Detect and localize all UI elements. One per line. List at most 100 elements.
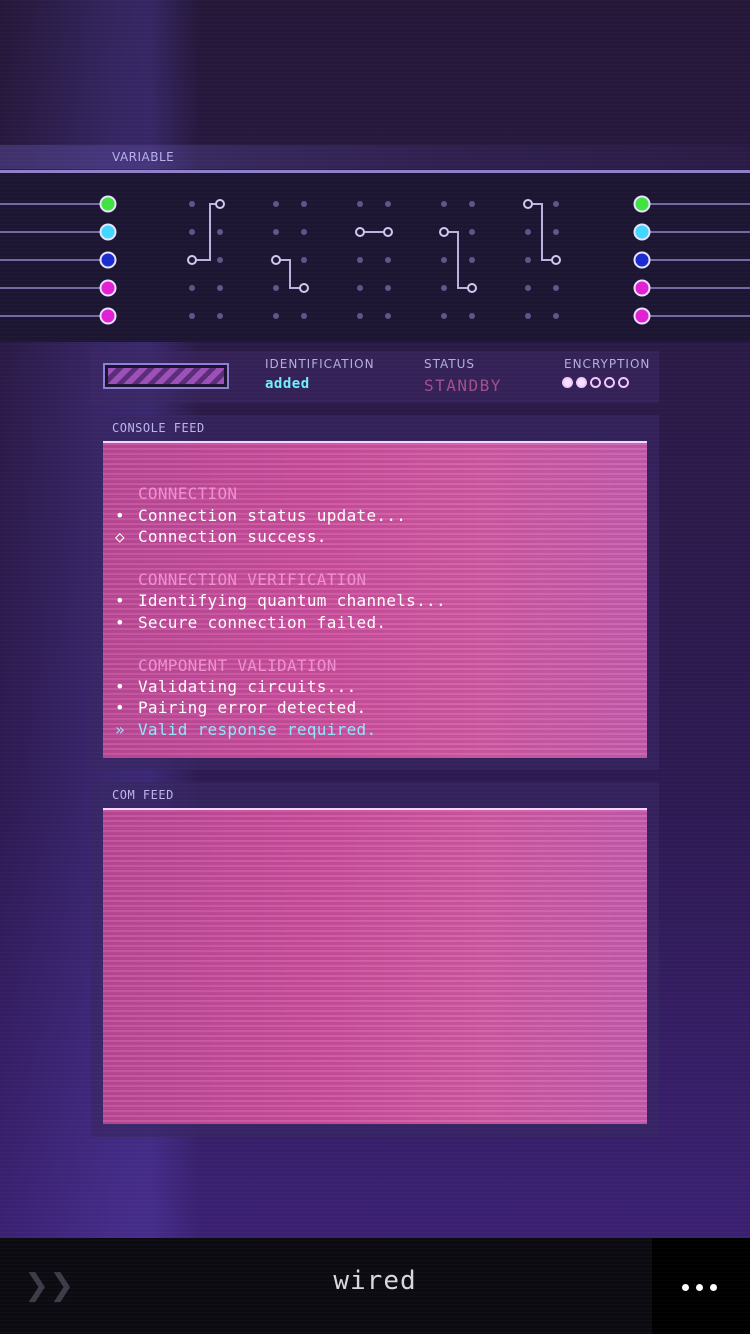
encryption-dot xyxy=(604,377,615,388)
right-node xyxy=(633,279,651,297)
connector-endpoint xyxy=(523,199,533,209)
encryption-dot xyxy=(590,377,601,388)
console-bullet: • xyxy=(115,612,125,632)
console-text: Pairing error detected. xyxy=(138,698,367,718)
grid-dot xyxy=(189,285,195,291)
app-title: wired xyxy=(333,1266,417,1296)
circuit-connector xyxy=(528,203,556,261)
com-feed-screen xyxy=(103,808,647,1124)
console-bullet: » xyxy=(115,719,125,739)
grid-dot xyxy=(357,285,363,291)
grid-dot xyxy=(301,257,307,263)
grid-dot xyxy=(525,285,531,291)
console-text: COMPONENT VALIDATION xyxy=(138,655,337,675)
circuit-connector xyxy=(276,259,304,289)
console-section-header: CONNECTION VERIFICATION xyxy=(115,569,446,590)
status-label: STATUS xyxy=(424,357,476,371)
connector-endpoint xyxy=(187,255,197,265)
connector-endpoint xyxy=(299,283,309,293)
left-node xyxy=(99,307,117,325)
status-value: STANDBY xyxy=(424,376,502,395)
console-text: Identifying quantum channels... xyxy=(138,591,446,611)
console-log: CONNECTION • Connection status update... ◇ C… xyxy=(115,462,446,740)
console-spacer xyxy=(115,462,446,483)
grid-dot xyxy=(441,257,447,263)
right-node xyxy=(633,307,651,325)
console-line: » Valid response required. xyxy=(115,719,446,740)
console-line: • Connection status update... xyxy=(115,505,446,526)
grid-dot xyxy=(301,229,307,235)
more-dots-icon[interactable] xyxy=(682,1284,717,1291)
console-line: • Pairing error detected. xyxy=(115,697,446,718)
grid-dot xyxy=(273,313,279,319)
console-bullet: • xyxy=(115,505,125,525)
console-text: CONNECTION xyxy=(138,484,238,504)
grid-dot xyxy=(217,285,223,291)
grid-dot xyxy=(385,285,391,291)
grid-dot xyxy=(273,229,279,235)
circuit-connector xyxy=(444,231,472,289)
grid-dot xyxy=(217,313,223,319)
circuit-panel xyxy=(0,170,750,342)
grid-dot xyxy=(385,313,391,319)
console-section-header: CONNECTION xyxy=(115,483,446,504)
console-bullet: • xyxy=(115,698,125,718)
identification-label: IDENTIFICATION xyxy=(265,357,375,371)
grid-dot xyxy=(525,257,531,263)
identification-value: added xyxy=(265,376,310,392)
grid-dot xyxy=(441,201,447,207)
grid-dot xyxy=(553,229,559,235)
game-screen: VARIABLE IDENTIFICATION added STATUS STA… xyxy=(0,0,750,1334)
grid-dot xyxy=(273,285,279,291)
right-node xyxy=(633,251,651,269)
encryption-indicator xyxy=(562,377,629,388)
encryption-dot xyxy=(562,377,573,388)
circuit-connector xyxy=(192,203,220,261)
console-spacer xyxy=(115,548,446,569)
console-bullet: ◇ xyxy=(115,527,125,547)
grid-dot xyxy=(217,257,223,263)
progress-bar xyxy=(103,363,229,389)
grid-dot xyxy=(189,313,195,319)
grid-dot xyxy=(357,201,363,207)
encryption-label: ENCRYPTION xyxy=(564,357,651,371)
console-text: Valid response required. xyxy=(138,719,377,739)
grid-dot xyxy=(469,257,475,263)
console-text: Secure connection failed. xyxy=(138,612,387,632)
encryption-dot xyxy=(618,377,629,388)
connector-endpoint xyxy=(383,227,393,237)
progress-fill xyxy=(108,368,224,384)
connector-endpoint xyxy=(215,199,225,209)
grid-dot xyxy=(553,313,559,319)
grid-dot xyxy=(469,313,475,319)
console-line: • Identifying quantum channels... xyxy=(115,590,446,611)
console-text: Connection status update... xyxy=(138,505,407,525)
grid-dot xyxy=(441,285,447,291)
console-bullet: • xyxy=(115,676,125,696)
circuit-grid xyxy=(0,195,750,325)
left-node xyxy=(99,279,117,297)
grid-dot xyxy=(553,285,559,291)
grid-dot xyxy=(357,257,363,263)
left-node xyxy=(99,251,117,269)
grid-dot xyxy=(189,201,195,207)
console-text: Validating circuits... xyxy=(138,676,357,696)
grid-dot xyxy=(441,313,447,319)
com-feed-label: COM FEED xyxy=(112,788,174,802)
console-bullet: • xyxy=(115,591,125,611)
variable-label: VARIABLE xyxy=(112,150,175,164)
right-node xyxy=(633,223,651,241)
grid-dot xyxy=(189,229,195,235)
grid-dot xyxy=(525,313,531,319)
grid-dot xyxy=(469,229,475,235)
left-node xyxy=(99,223,117,241)
connector-endpoint xyxy=(271,255,281,265)
left-node xyxy=(99,195,117,213)
grid-dot xyxy=(301,201,307,207)
grid-dot xyxy=(357,313,363,319)
console-line: ◇ Connection success. xyxy=(115,526,446,547)
console-line: • Validating circuits... xyxy=(115,676,446,697)
console-section-header: COMPONENT VALIDATION xyxy=(115,655,446,676)
grid-dot xyxy=(469,201,475,207)
grid-dot xyxy=(301,313,307,319)
